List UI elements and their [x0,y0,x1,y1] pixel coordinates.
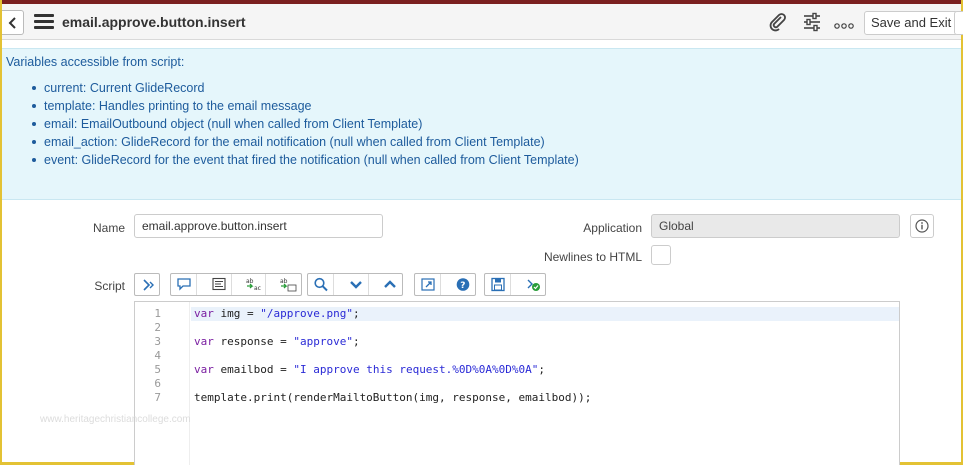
svg-text:ab: ab [280,278,288,285]
watermark: www.heritagechristiancollege.com [40,414,191,425]
code-line[interactable] [191,349,899,363]
format-icon [212,277,226,291]
code-line[interactable] [191,377,899,391]
comment-button[interactable] [171,274,197,295]
line-number: 4 [154,349,161,362]
code-token: var [194,363,214,376]
comment-icon [177,278,191,291]
line-number: 7 [154,391,161,404]
help-icon: ? [456,278,470,291]
find-next-button[interactable] [343,274,369,295]
script-variables-info: Variables accessible from script: curren… [2,48,961,200]
list-item: email: EmailOutbound object (null when c… [30,115,579,133]
info-list: current: Current GlideRecord template: H… [30,79,579,169]
code-token: var [194,335,214,348]
code-area[interactable]: var img = "/approve.png"; var response = … [191,302,899,465]
syntax-check-icon [527,279,540,291]
application-field: Global [651,214,900,238]
code-token: var [194,307,214,320]
replace-all-button[interactable]: ab [274,274,300,295]
replace-button[interactable]: ab ac [240,274,266,295]
svg-text:ac: ac [254,285,261,292]
list-item: email_action: GlideRecord for the email … [30,133,579,151]
back-button[interactable] [2,10,24,35]
fullscreen-button[interactable] [415,274,441,295]
code-token: ; [352,307,360,320]
replace-icon: abac [246,278,261,292]
paperclip-icon[interactable] [768,12,790,32]
chevron-down-icon [350,281,362,289]
code-token: img = [213,307,261,320]
search-button[interactable] [308,274,334,295]
sliders-icon[interactable] [802,12,824,32]
svg-text:?: ? [460,281,465,291]
save-script-button[interactable] [485,274,511,295]
line-number: 5 [154,363,161,376]
code-token: ; [538,363,546,376]
code-line[interactable]: template.print(renderMailtoButton(img, r… [191,391,899,405]
find-previous-button[interactable] [377,274,403,295]
chevron-up-icon [384,280,396,288]
toggle-editor-button[interactable] [134,273,160,296]
more-icon[interactable] [834,20,856,40]
code-line[interactable]: var img = "/approve.png"; [191,307,899,321]
newlines-to-html-label: Newlines to HTML [543,250,642,264]
list-item: current: Current GlideRecord [30,79,579,97]
code-line[interactable] [191,321,899,335]
script-editor[interactable]: 1234567 var img = "/approve.png"; var res… [134,301,900,465]
search-icon [314,277,328,292]
line-number: 3 [154,335,161,348]
name-label: Name [92,221,125,235]
save-and-exit-button[interactable]: Save and Exit [864,11,959,35]
code-token: response = [213,335,294,348]
script-label: Script [94,279,125,293]
code-token: ; [352,335,360,348]
line-number-gutter: 1234567 [135,302,190,465]
code-token: "I approve this request.%0D%0A%0D%0A" [293,363,539,376]
editor-toolbar-group-2 [307,273,403,296]
list-item: template: Handles printing to the email … [30,97,579,115]
line-number: 2 [154,321,161,334]
help-button[interactable]: ? [450,274,476,295]
svg-text:ab: ab [246,278,254,285]
overflow-button[interactable] [954,11,963,35]
code-line[interactable]: var emailbod = "I approve this request.%… [191,363,899,377]
code-token: template.print(renderMailtoButton(img, r… [194,391,592,404]
editor-toolbar-group-4 [484,273,546,296]
form-header: email.approve.button.insert Save and Exi… [2,4,963,40]
info-icon [915,219,929,233]
editor-toolbar-group-1: ab ac ab [170,273,302,296]
expand-icon [421,278,435,291]
replace-all-icon: ab [280,278,297,292]
format-code-button[interactable] [206,274,232,295]
info-title: Variables accessible from script: [6,55,185,69]
hamburger-menu-icon[interactable] [34,14,54,30]
code-token: "approve" [293,335,353,348]
code-line[interactable]: var response = "approve"; [191,335,899,349]
syntax-check-button[interactable] [520,274,546,295]
back-chevron-icon [8,17,16,29]
newlines-to-html-checkbox[interactable] [651,245,671,265]
line-number: 6 [154,377,161,390]
editor-toolbar-group-3: ? [414,273,476,296]
script-toggle-icon [143,279,154,291]
code-token: emailbod = [213,363,294,376]
page-title: email.approve.button.insert [62,14,246,30]
application-label: Application [583,221,642,235]
name-input[interactable] [134,214,383,238]
application-info-button[interactable] [910,214,934,238]
code-token: "/approve.png" [260,307,353,320]
floppy-disk-icon [491,277,505,292]
line-number: 1 [154,307,161,320]
list-item: event: GlideRecord for the event that fi… [30,151,579,169]
